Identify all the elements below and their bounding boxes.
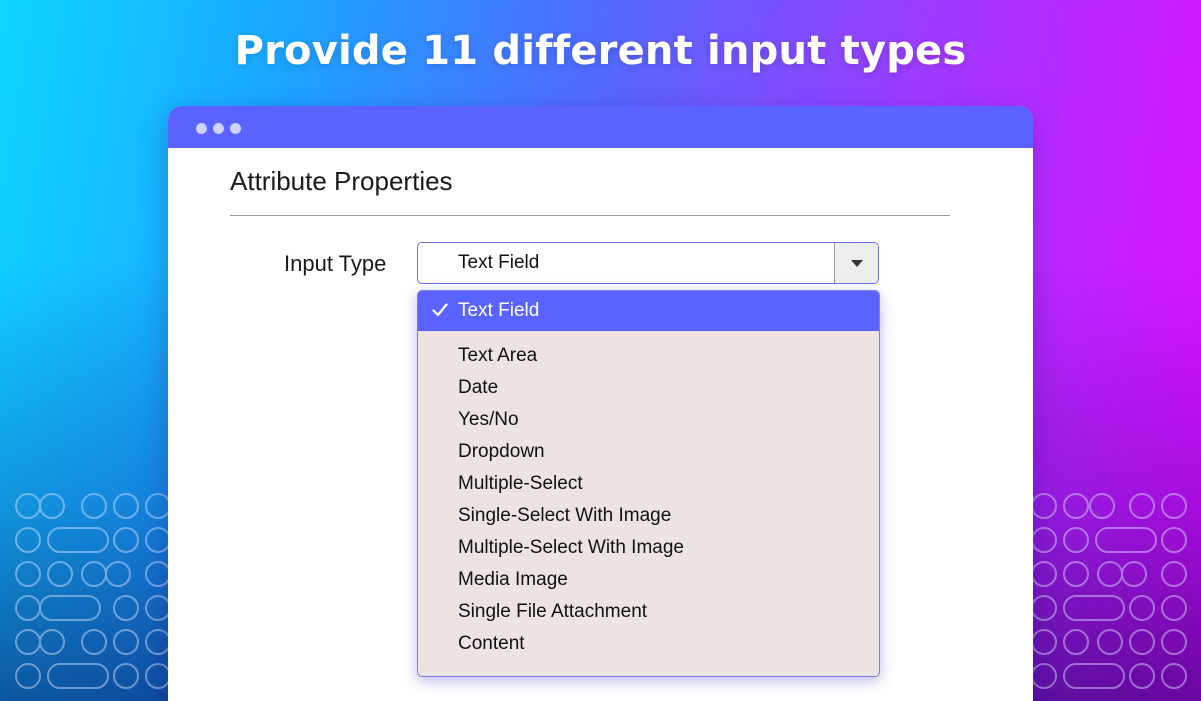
window-control-dots	[196, 123, 241, 134]
checkmark-icon	[432, 303, 448, 317]
input-type-select[interactable]: Text Field	[417, 242, 879, 284]
input-type-label: Input Type	[284, 251, 387, 276]
decorative-pattern-right	[1031, 493, 1187, 689]
dropdown-option-label: Text Field	[458, 300, 540, 321]
input-type-select-value: Text Field	[458, 252, 540, 273]
dropdown-option[interactable]: Text Area	[418, 340, 879, 372]
input-type-dropdown-menu: Text Field Text Area Date Yes/No Dropdow…	[417, 290, 880, 677]
triangle-down-icon	[850, 259, 863, 267]
dropdown-options-list: Text Area Date Yes/No Dropdown Multiple-…	[418, 340, 879, 660]
window-dot-icon[interactable]	[213, 123, 224, 134]
app-window: Attribute Properties Input Type Text Fie…	[168, 106, 1033, 701]
dropdown-toggle-button[interactable]	[834, 243, 878, 283]
dropdown-option[interactable]: Multiple-Select With Image	[418, 532, 879, 564]
hero-title: Provide 11 different input types	[234, 28, 967, 74]
decorative-pattern-left	[15, 493, 171, 689]
dropdown-option[interactable]: Date	[418, 372, 879, 404]
window-dot-icon[interactable]	[230, 123, 241, 134]
dropdown-option[interactable]: Single File Attachment	[418, 596, 879, 628]
dropdown-option[interactable]: Multiple-Select	[418, 468, 879, 500]
dropdown-option[interactable]: Content	[418, 628, 879, 660]
dropdown-option[interactable]: Dropdown	[418, 436, 879, 468]
dropdown-option-selected[interactable]: Text Field	[418, 291, 879, 331]
panel-title: Attribute Properties	[230, 166, 453, 196]
dropdown-option[interactable]: Yes/No	[418, 404, 879, 436]
divider	[230, 215, 950, 216]
window-dot-icon[interactable]	[196, 123, 207, 134]
window-titlebar	[168, 106, 1033, 148]
dropdown-option[interactable]: Media Image	[418, 564, 879, 596]
dropdown-option[interactable]: Single-Select With Image	[418, 500, 879, 532]
